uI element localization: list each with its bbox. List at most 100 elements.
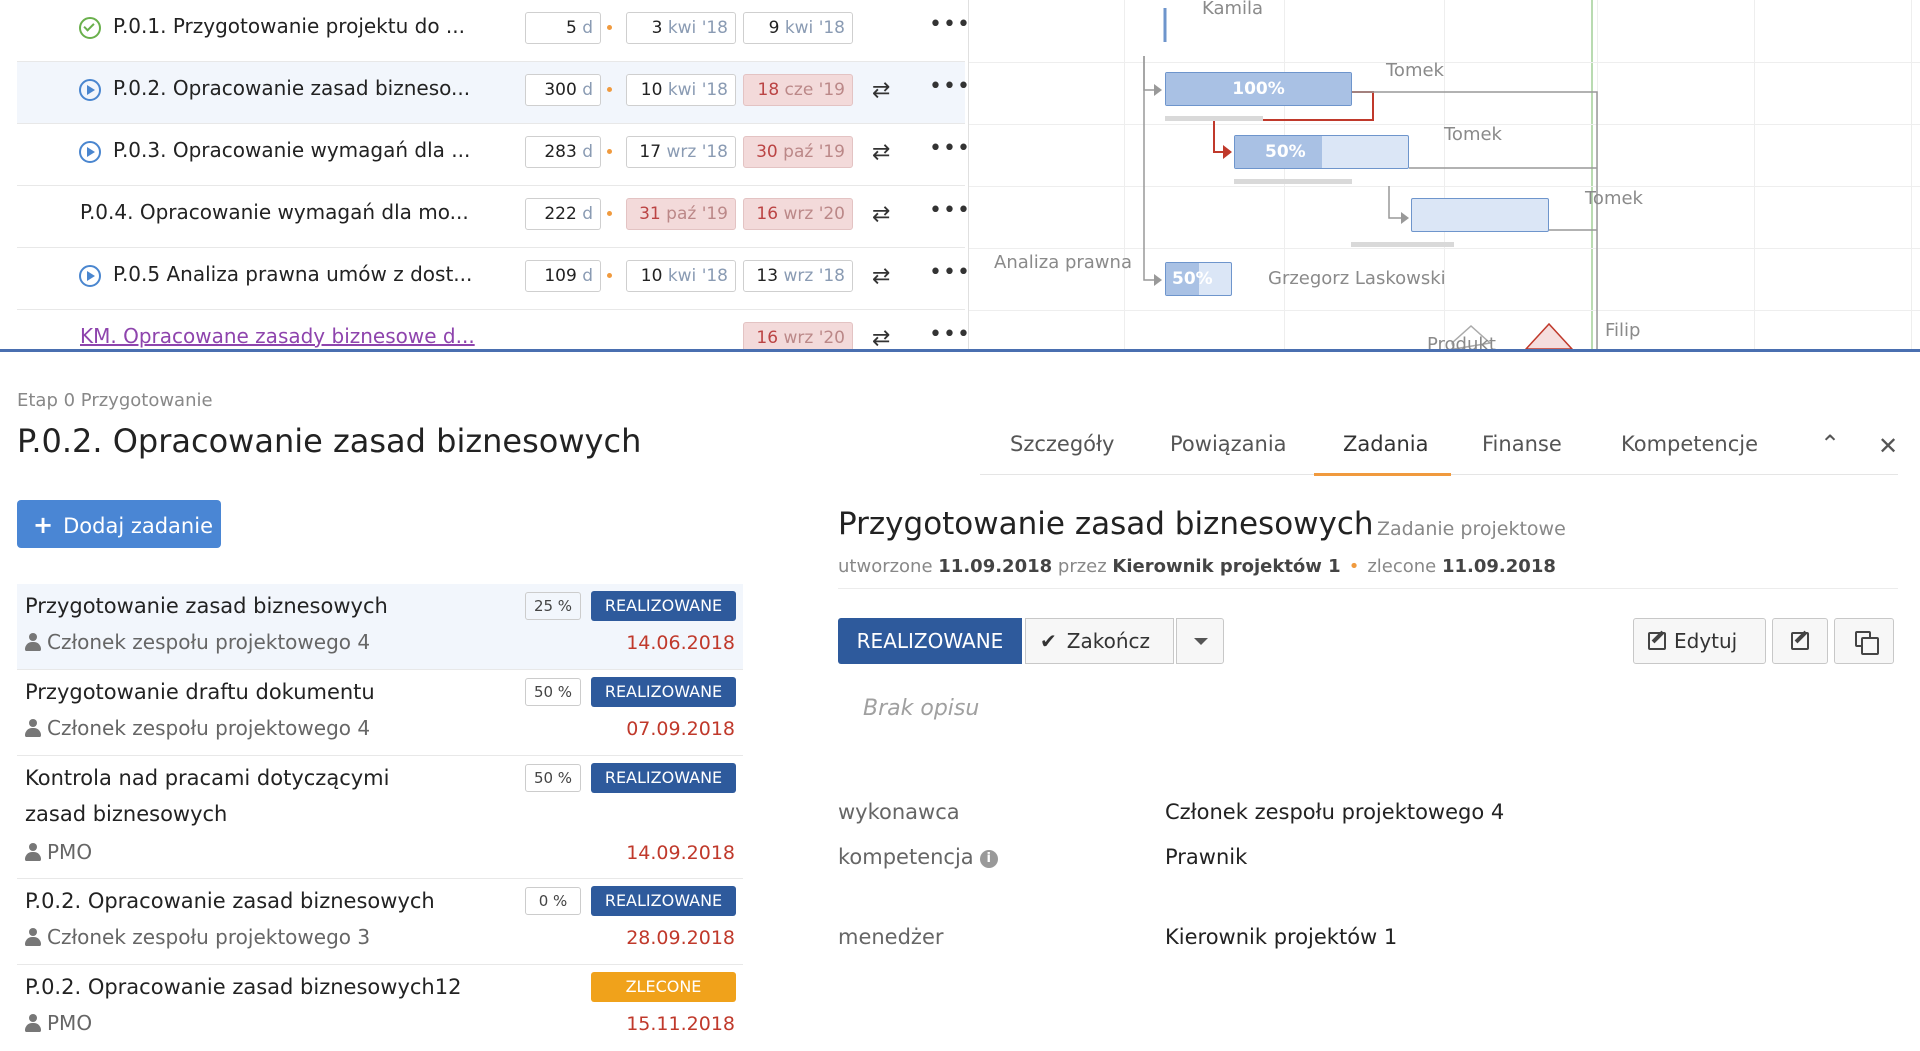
repeat-icon[interactable]: ⇄ <box>872 78 890 103</box>
dot-separator <box>607 273 612 278</box>
grid-row[interactable]: P.0.5 Analiza prawna umów z dost... 109 … <box>17 248 970 310</box>
grid-row[interactable]: P.0.4. Opracowanie wymagań dla mo... 222… <box>17 186 970 248</box>
duration-field[interactable]: 109 d <box>525 260 601 292</box>
task-item-name[interactable]: P.0.2. Opracowanie zasad biznesowych <box>25 883 505 919</box>
dot-separator <box>607 211 612 216</box>
edit-icon <box>1648 632 1666 650</box>
task-name[interactable]: P.0.2. Opracowanie zasad bizneso... <box>113 76 470 100</box>
task-item-name[interactable]: P.0.2. Opracowanie zasad biznesowych12 <box>25 969 505 1005</box>
repeat-icon[interactable]: ⇄ <box>872 326 890 349</box>
end-date-field[interactable]: 30 paź '19 <box>743 136 853 168</box>
active-tab-indicator <box>1314 473 1451 476</box>
duration-field[interactable]: 222 d <box>525 198 601 230</box>
more-options-icon[interactable]: ••• <box>929 198 971 223</box>
start-date-field[interactable]: 3 kwi '18 <box>626 12 736 44</box>
field-label: menedżer <box>838 925 944 949</box>
quick-edit-button[interactable] <box>1772 618 1828 664</box>
tab-zadania[interactable]: Zadania <box>1343 432 1428 456</box>
page-title: P.0.2. Opracowanie zasad biznesowych <box>17 422 642 460</box>
milestone-name[interactable]: KM. Opracowane zasady biznesowe d... <box>80 324 475 348</box>
assignee-label: Tomek <box>1585 188 1643 209</box>
dot-separator <box>607 149 612 154</box>
task-status-badge: REALIZOWANE <box>591 677 736 707</box>
gantt-chart: 100% 50% 50% Kamila Tomek Tomek Tomek An… <box>968 0 1920 349</box>
task-item[interactable]: Przygotowanie draftu dokumentu 50 % REAL… <box>17 670 743 756</box>
gantt-bar[interactable]: 50% <box>1165 262 1232 296</box>
end-date-field[interactable]: 13 wrz '18 <box>743 260 853 292</box>
in-progress-play-icon <box>79 79 101 101</box>
add-task-button[interactable]: + Dodaj zadanie <box>17 500 221 548</box>
end-date-field[interactable]: 18 cze '19 <box>743 74 853 106</box>
edit-button[interactable]: Edytuj <box>1633 618 1766 664</box>
tab-finanse[interactable]: Finanse <box>1482 432 1562 456</box>
finish-button[interactable]: ✔ Zakończ <box>1025 618 1174 664</box>
end-date-field[interactable]: 9 kwi '18 <box>743 12 853 44</box>
detail-pane: Etap 0 Przygotowanie P.0.2. Opracowanie … <box>0 352 1920 1048</box>
repeat-icon[interactable]: ⇄ <box>872 202 890 227</box>
grid-row[interactable]: P.0.3. Opracowanie wymagań dla ... 283 d… <box>17 124 970 186</box>
task-name[interactable]: P.0.3. Opracowanie wymagań dla ... <box>113 138 470 162</box>
duration-field[interactable]: 5 d <box>525 12 601 44</box>
task-assignee: PMO <box>25 840 92 864</box>
task-progress-badge: 0 % <box>525 887 581 915</box>
more-options-icon[interactable]: ••• <box>929 74 971 99</box>
checkmark-icon: ✔ <box>1040 629 1057 653</box>
tab-powiazania[interactable]: Powiązania <box>1170 432 1287 456</box>
in-progress-play-icon <box>79 265 101 287</box>
gantt-bar[interactable]: 100% <box>1165 72 1352 106</box>
duration-field[interactable]: 300 d <box>525 74 601 106</box>
duration-field[interactable]: 283 d <box>525 136 601 168</box>
end-date-field[interactable]: 16 wrz '20 <box>743 198 853 230</box>
dot-separator <box>607 25 612 30</box>
grid-row[interactable]: P.0.2. Opracowanie zasad bizneso... 300 … <box>17 62 970 124</box>
task-progress-badge: 50 % <box>525 678 581 706</box>
info-icon[interactable]: i <box>979 850 998 868</box>
task-status-badge: REALIZOWANE <box>591 591 736 621</box>
more-options-icon[interactable]: ••• <box>929 12 971 37</box>
start-date-field[interactable]: 10 kwi '18 <box>626 260 736 292</box>
gantt-bar[interactable]: 50% <box>1234 135 1409 169</box>
start-date-field[interactable]: 10 kwi '18 <box>626 74 736 106</box>
task-assignee: Członek zespołu projektowego 3 <box>25 925 370 949</box>
task-item[interactable]: P.0.2. Opracowanie zasad biznesowych12 Z… <box>17 965 743 1051</box>
start-date-field[interactable]: 31 paź '19 <box>626 198 736 230</box>
tab-szczegoly[interactable]: Szczegóły <box>1010 432 1114 456</box>
close-icon[interactable]: ✕ <box>1878 432 1898 460</box>
gantt-view: P.0.1. Przygotowanie projektu do ... 5 d… <box>0 0 1920 349</box>
gantt-bar[interactable] <box>1411 198 1549 232</box>
end-date-field[interactable]: 16 wrz '20 <box>743 322 853 349</box>
status-button[interactable]: REALIZOWANE <box>838 618 1022 664</box>
tab-kompetencje[interactable]: Kompetencje <box>1621 432 1758 456</box>
repeat-icon[interactable]: ⇄ <box>872 264 890 289</box>
task-assignee: Członek zespołu projektowego 4 <box>25 630 370 654</box>
task-due-date: 14.06.2018 <box>626 632 735 654</box>
task-progress-badge: 50 % <box>525 764 581 792</box>
start-date-field[interactable]: 17 wrz '18 <box>626 136 736 168</box>
collapse-chevron-up-icon[interactable]: ⌃ <box>1820 430 1840 458</box>
task-name[interactable]: P.0.1. Przygotowanie projektu do ... <box>113 14 465 38</box>
grid-row[interactable]: P.0.1. Przygotowanie projektu do ... 5 d… <box>17 0 970 62</box>
task-status-badge: REALIZOWANE <box>591 886 736 916</box>
task-item-name[interactable]: Przygotowanie zasad biznesowych <box>25 588 505 624</box>
task-name[interactable]: P.0.5 Analiza prawna umów z dost... <box>113 262 472 286</box>
task-item[interactable]: Przygotowanie zasad biznesowych 25 % REA… <box>17 584 743 670</box>
task-name[interactable]: P.0.4. Opracowanie wymagań dla mo... <box>80 200 469 224</box>
status-dropdown-button[interactable] <box>1176 618 1224 664</box>
task-item[interactable]: P.0.2. Opracowanie zasad biznesowych 0 %… <box>17 879 743 965</box>
edit-icon <box>1791 632 1809 650</box>
task-item[interactable]: Kontrola nad pracami dotyczącymi zasad b… <box>17 756 743 879</box>
more-options-icon[interactable]: ••• <box>929 136 971 161</box>
task-item-name[interactable]: Przygotowanie draftu dokumentu <box>25 674 505 710</box>
repeat-icon[interactable]: ⇄ <box>872 140 890 165</box>
task-item-name[interactable]: Kontrola nad pracami dotyczącymi zasad b… <box>25 760 455 832</box>
more-options-icon[interactable]: ••• <box>929 322 971 347</box>
completed-check-icon <box>79 17 101 39</box>
bar-progress-label: 50% <box>1172 269 1213 289</box>
milestone-label: Produkt <box>1427 334 1496 349</box>
bar-progress-label: 50% <box>1265 142 1306 162</box>
grid-row[interactable]: KM. Opracowane zasady biznesowe d... 16 … <box>17 310 970 349</box>
copy-button[interactable] <box>1834 618 1894 664</box>
more-options-icon[interactable]: ••• <box>929 260 971 285</box>
user-icon <box>25 928 41 946</box>
breadcrumb[interactable]: Etap 0 Przygotowanie <box>17 390 213 411</box>
